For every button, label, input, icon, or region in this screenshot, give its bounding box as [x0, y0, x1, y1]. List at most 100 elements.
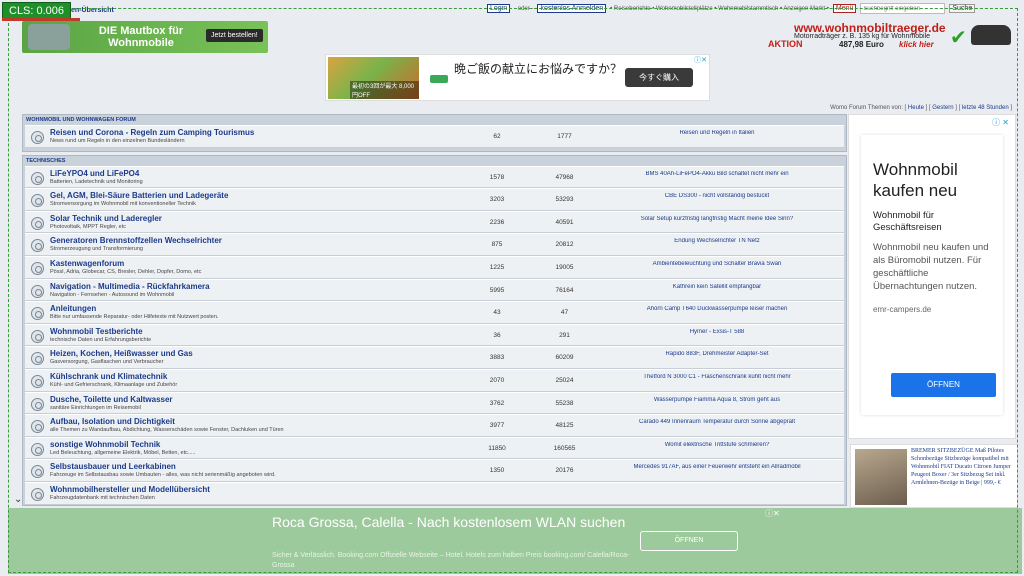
- forum-description: alle Themen zu Wandaufbau, Abdichtung, W…: [50, 427, 284, 434]
- forum-last-post[interactable]: Wasserpumpe Fiamma Aqua 8, Strom geht au…: [597, 397, 837, 403]
- themes-48h-link[interactable]: letzte 48 Stunden: [962, 105, 1009, 111]
- forum-last-post[interactable]: BMS 40Ah-LiFePO4-Akku Bild schaltet nich…: [597, 171, 837, 177]
- forum-title[interactable]: Selbstausbauer und Leerkabinen: [50, 462, 176, 471]
- forum-topics-count: 43: [493, 309, 501, 317]
- forum-title[interactable]: Aufbau, Isolation und Dichtigkeit: [50, 417, 175, 426]
- forum-status-icon: [31, 284, 44, 298]
- forum-title[interactable]: Generatoren Brennstoffzellen Wechselrich…: [50, 236, 222, 245]
- sidebar-ad-open-button[interactable]: ÖFFNEN: [891, 373, 996, 397]
- forum-last-post[interactable]: Womit elektrische Trittstufe schmieren?: [597, 442, 837, 448]
- login-link[interactable]: Login: [487, 4, 511, 13]
- section-title[interactable]: WOHNMOBIL UND WOHNWAGEN FORUM: [23, 115, 846, 125]
- mautbox-order-button[interactable]: Jetzt bestellen!: [206, 29, 263, 42]
- forum-row[interactable]: Wohnmobilhersteller und Modellübersicht …: [25, 481, 844, 505]
- forum-last-post[interactable]: CBE DS300 - nicht vollständig bestückt: [597, 193, 837, 199]
- forum-row[interactable]: Navigation - Multimedia - Rückfahrkamera…: [25, 278, 844, 302]
- forum-last-post[interactable]: Endung Wechselrichter TN Netz: [597, 238, 837, 244]
- forum-status-icon: [31, 194, 44, 208]
- forum-row[interactable]: Wohnmobil Testberichte technische Daten …: [25, 323, 844, 347]
- chevron-down-icon[interactable]: ⌄: [14, 494, 22, 505]
- forum-row[interactable]: Selbstausbauer und Leerkabinen Fahrzeuge…: [25, 459, 844, 482]
- forum-row[interactable]: Reisen und Corona - Regeln zum Camping T…: [25, 125, 844, 148]
- search-input[interactable]: [860, 3, 946, 14]
- mautbox-device-image: [28, 24, 70, 50]
- themes-yesterday-link[interactable]: Gestern: [932, 105, 953, 111]
- forum-title[interactable]: Wohnmobil Testberichte: [50, 327, 143, 336]
- wohnmobiltraeger-banner[interactable]: www.wohnmobiltraeger.de Motorradträger z…: [766, 21, 1016, 51]
- forum-description: sanitäre Einrichtungen im Reisemobil: [50, 404, 141, 411]
- forum-topics-count: 3977: [489, 422, 505, 430]
- forum-row[interactable]: Anleitungen Bitte nur umfassende Reparat…: [25, 301, 844, 324]
- forum-section: WOHNMOBIL UND WOHNWAGEN FORUM Reisen und…: [22, 114, 847, 152]
- mautbox-title: DIE Mautbox für Wohnmobile: [98, 25, 184, 49]
- nav-links-text[interactable]: • Reiseberichte • Wohnmobilstellplätze •…: [610, 6, 829, 12]
- sidebar-ad-domain: emr-campers.de: [873, 305, 932, 314]
- forum-row[interactable]: Heizen, Kochen, Heißwasser und Gas Gasve…: [25, 346, 844, 369]
- forum-title[interactable]: Solar Technik und Laderegler: [50, 214, 162, 223]
- sidebar-ad-body: Wohnmobil neu kaufen und als Büromobil n…: [873, 242, 989, 292]
- forum-row[interactable]: Gel, AGM, Blei-Säure Batterien und Ladeg…: [25, 188, 844, 211]
- themes-today-link[interactable]: Heute: [908, 105, 924, 111]
- adchoices-icon[interactable]: ⓘ✕: [694, 55, 707, 65]
- center-ad-headline: 晩ご飯の献立にお悩みですか？: [454, 62, 623, 76]
- forum-title[interactable]: Kastenwagenforum: [50, 259, 124, 268]
- forum-status-icon: [31, 239, 44, 253]
- forum-posts-count: 60209: [555, 354, 574, 362]
- forum-description: Fahrzeugdatenbank mit technischen Daten: [50, 494, 155, 501]
- forum-last-post[interactable]: Mercedes 917AF, aus einer Feuerwehr ents…: [597, 464, 837, 470]
- bottom-sticky-ad[interactable]: ⓘ✕ Roca Grossa, Calella - Nach kostenlos…: [8, 508, 1022, 574]
- forum-row[interactable]: Dusche, Toilette und Kaltwasser sanitäre…: [25, 391, 844, 415]
- forum-row[interactable]: Aufbau, Isolation und Dichtigkeit alle T…: [25, 414, 844, 437]
- forum-overview-link[interactable]: oren-Übersicht: [64, 7, 114, 14]
- bottom-ad-open-button[interactable]: ÖFFNEN: [640, 531, 738, 551]
- forum-last-post[interactable]: Rapido 883F, Drehmeister Adapter-Set: [597, 351, 837, 357]
- forum-title[interactable]: Wohnmobilhersteller und Modellübersicht: [50, 485, 210, 494]
- forum-title[interactable]: Anleitungen: [50, 304, 96, 313]
- center-ad-buy-button[interactable]: 今すぐ購入: [625, 68, 693, 87]
- section-title[interactable]: TECHNISCHES: [23, 156, 846, 166]
- forum-last-post[interactable]: Solar Setup kurzfristig langfristig Mach…: [597, 216, 837, 222]
- sidebar-product-ad[interactable]: BREMER SITZBEZÜGE Maß Pilotes Schonbezüg…: [850, 444, 1018, 508]
- sidebar-ad[interactable]: ⓘ ✕ Wohnmobil kaufen neu Wohnmobil für G…: [848, 114, 1016, 439]
- forum-title[interactable]: Gel, AGM, Blei-Säure Batterien und Ladeg…: [50, 191, 228, 200]
- cls-underline: [2, 18, 80, 21]
- ad-info-icon[interactable]: ⓘ ✕: [992, 117, 1009, 128]
- themes-prefix: Womo Forum Themen von:: [830, 105, 903, 111]
- forum-description: technische Daten und Erfahrungsberichte: [50, 336, 152, 343]
- forum-title[interactable]: Kühlschrank und Klimatechnik: [50, 372, 167, 381]
- forum-description: News rund um Regeln in den einzelnen Bun…: [50, 138, 185, 144]
- forum-row[interactable]: Generatoren Brennstoffzellen Wechselrich…: [25, 233, 844, 256]
- forum-posts-count: 48125: [555, 422, 574, 430]
- banner-click-here[interactable]: klick hier: [899, 40, 934, 49]
- forum-last-post[interactable]: Hymer - Exsis-T 588: [597, 329, 837, 335]
- forum-last-post[interactable]: Kathrein kein Satellit empfangbar: [597, 284, 837, 290]
- forum-title[interactable]: Dusche, Toilette und Kaltwasser: [50, 395, 173, 404]
- sidebar-product-text[interactable]: BREMER SITZBEZÜGE Maß Pilotes Schonbezüg…: [911, 447, 1015, 487]
- search-button[interactable]: Suche: [949, 4, 976, 13]
- forum-title[interactable]: Heizen, Kochen, Heißwasser und Gas: [50, 349, 193, 358]
- forum-title[interactable]: LiFeYPO4 und LiFePO4: [50, 169, 139, 178]
- forum-row[interactable]: LiFeYPO4 und LiFePO4 Batterien, Ladetech…: [25, 165, 844, 189]
- forum-last-post[interactable]: Thetford N 3000 C1 - Flaschenschrank küh…: [597, 374, 837, 380]
- forum-description: Fahrzeuge im Selbstausbau sowie Umbauten…: [50, 472, 276, 479]
- center-ad[interactable]: 最初の3回が最大 8,000円OFF 晩ご飯の献立にお悩みですか？ 今すぐ購入 …: [325, 54, 710, 101]
- forum-last-post[interactable]: Reisen und Regeln in Italien: [597, 130, 837, 136]
- forum-title[interactable]: sonstige Wohnmobil Technik: [50, 440, 160, 449]
- mautbox-banner[interactable]: DIE Mautbox für Wohnmobile Jetzt bestell…: [22, 21, 268, 53]
- forum-row[interactable]: Kastenwagenforum Pössl, Adria, Globecar,…: [25, 255, 844, 279]
- forum-row[interactable]: Solar Technik und Laderegler Photovoltai…: [25, 210, 844, 234]
- menu-button[interactable]: Menü: [832, 4, 857, 13]
- forum-description: Stromerzeugung und Transformierung: [50, 246, 143, 253]
- forum-last-post[interactable]: Carado 449 Innenraum Temperatur durch So…: [597, 419, 837, 425]
- forum-last-post[interactable]: Ambientebeleuchtung und Schalter Bravia …: [597, 261, 837, 267]
- forum-title[interactable]: Navigation - Multimedia - Rückfahrkamera: [50, 282, 210, 291]
- ad-close-icon[interactable]: ⓘ✕: [765, 508, 780, 519]
- register-link[interactable]: kostenlos Anmelden: [537, 4, 607, 13]
- forum-title[interactable]: Reisen und Corona - Regeln zum Camping T…: [50, 128, 254, 137]
- banner-price: 487,98 Euro: [839, 40, 884, 49]
- forum-last-post[interactable]: Ahorn Camp T640 Duckwasserpumpe leiser m…: [597, 306, 837, 312]
- forum-row[interactable]: sonstige Wohnmobil Technik Led Beleuchtu…: [25, 436, 844, 460]
- forum-description: Led Beleuchtung, allgemeine Elektrik, Mö…: [50, 449, 196, 456]
- forum-row[interactable]: Kühlschrank und Klimatechnik Kühl- und G…: [25, 368, 844, 392]
- forum-status-icon: [31, 131, 44, 144]
